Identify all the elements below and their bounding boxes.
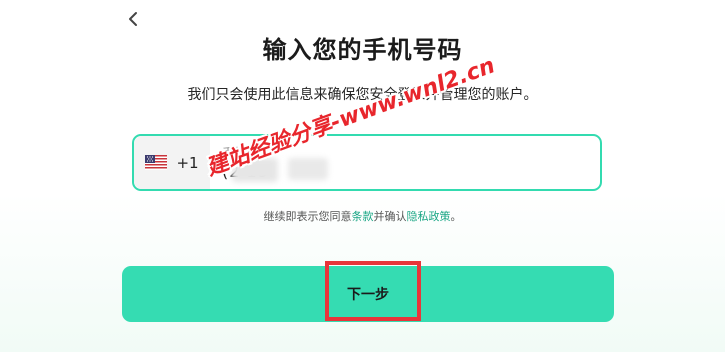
- next-button-label: 下一步: [347, 286, 389, 302]
- next-button[interactable]: 下一步: [122, 266, 614, 322]
- privacy-policy-link[interactable]: 隐私政策: [407, 210, 451, 223]
- phone-number-field[interactable]: 手机号码 (2 13: [222, 136, 600, 189]
- back-button[interactable]: [122, 8, 144, 30]
- consent-suffix: 。: [450, 210, 462, 223]
- page-subtitle: 我们只会使用此信息来确保您安全登录并管理您的账户。: [187, 87, 538, 103]
- chevron-left-icon: [129, 12, 137, 26]
- us-flag-icon: [145, 155, 168, 170]
- redaction-blur: [288, 158, 328, 180]
- dial-code: +1: [176, 153, 199, 172]
- consent-middle: 并确认: [373, 210, 407, 223]
- consent-text: 继续即表示您同意条款并确认隐私政策。: [0, 208, 725, 224]
- consent-prefix: 继续即表示您同意: [263, 210, 352, 223]
- page-title: 输入您的手机号码: [262, 36, 463, 64]
- terms-link[interactable]: 条款: [352, 210, 374, 223]
- redaction-blur: [232, 158, 278, 182]
- country-code-selector[interactable]: +1: [134, 136, 210, 189]
- phone-input-group: +1 手机号码 (2 13: [132, 134, 602, 191]
